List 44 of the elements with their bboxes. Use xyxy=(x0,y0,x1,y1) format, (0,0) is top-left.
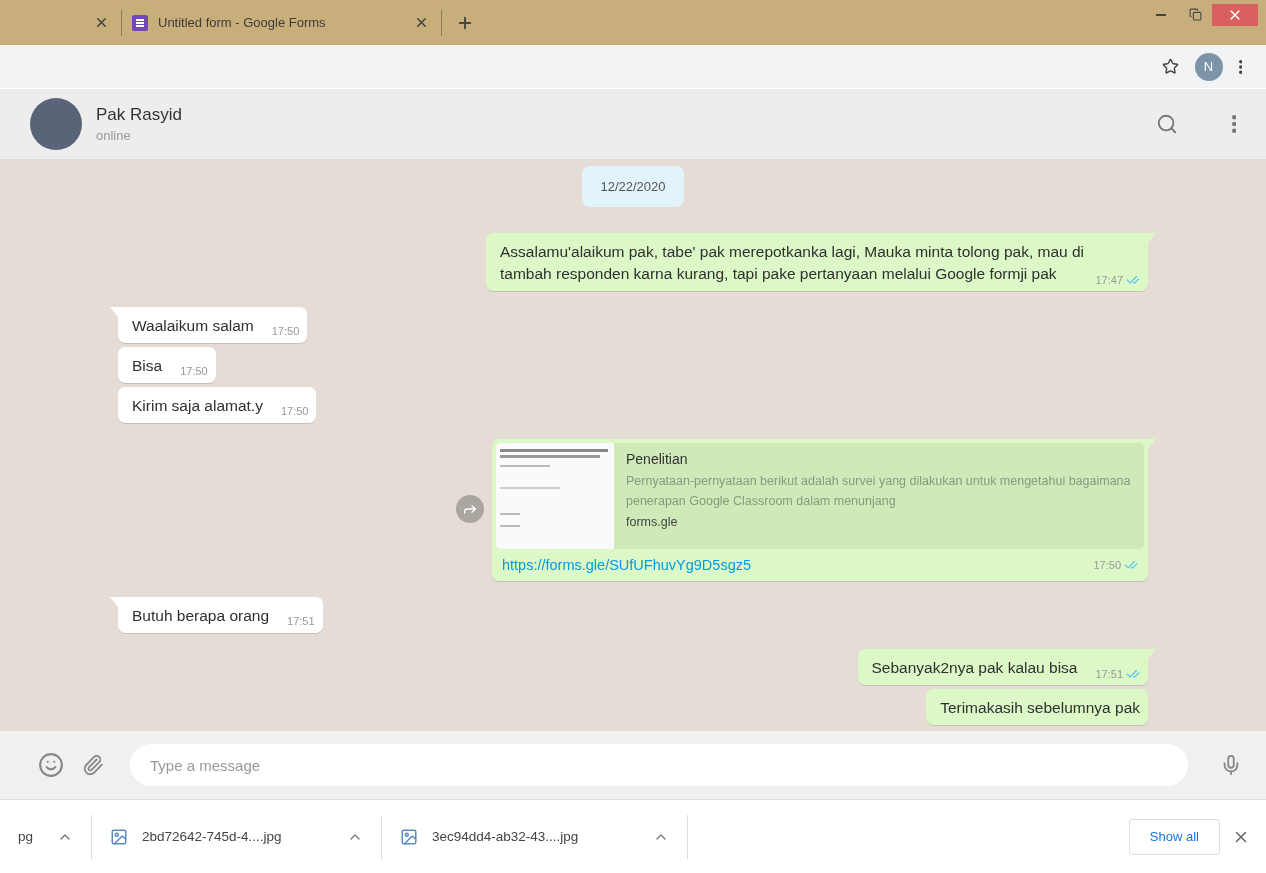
message-time: 17:50 xyxy=(280,405,309,417)
download-item[interactable]: 3ec94dd4-ab32-43....jpg xyxy=(382,814,688,859)
message-text: Waalaikum salam xyxy=(132,317,254,334)
menu-icon xyxy=(1238,59,1242,74)
menu-button[interactable] xyxy=(1236,57,1244,76)
message-time: 17:50 xyxy=(1093,559,1121,571)
message-input[interactable]: Type a message xyxy=(130,744,1188,786)
contact-photo-placeholder[interactable] xyxy=(30,98,82,150)
forms-icon xyxy=(132,14,148,31)
link-preview[interactable]: Penelitian Pernyataan-pernyataan berikut adalah survei yang dilakukan untuk mengetahui bagaimana penerapan Google Classroom dalam menunjang forms.gle xyxy=(496,443,1144,549)
message-text: Terimakasih sebelumnya pak xyxy=(940,699,1140,716)
close-icon xyxy=(414,15,429,30)
message-text: Sebanyak2nya pak kalau bisa xyxy=(871,659,1078,676)
paperclip-icon xyxy=(82,754,104,776)
message-text: Butuh berapa orang xyxy=(132,607,270,624)
close-icon xyxy=(94,15,109,30)
date-badge: 12/22/2020 xyxy=(582,166,684,207)
message-time: 17:51 xyxy=(1095,668,1123,680)
preview-domain: forms.gle xyxy=(626,515,679,529)
menu-icon xyxy=(1231,115,1236,133)
message-time: 17:50 xyxy=(271,325,300,337)
search-icon xyxy=(1155,113,1178,135)
show-all-button[interactable]: Show all xyxy=(1128,818,1220,855)
contact-name: Pak Rasyid xyxy=(96,105,183,125)
preview-title: Penelitian xyxy=(626,451,689,467)
tab-title[interactable]: Untitled form - Google Forms xyxy=(158,15,402,30)
menu-button[interactable] xyxy=(1229,113,1238,135)
minimize-icon xyxy=(1156,13,1166,16)
emoji-button[interactable] xyxy=(36,750,66,780)
preview-description: Pernyataan-pernyataan berikut adalah survei yang dilakukan untuk mengetahui bagaimana penerapan Google Classroom dalam menunjang xyxy=(626,473,1132,510)
image-file-icon xyxy=(110,827,128,846)
message-text: Kirim saja alamat.y xyxy=(132,397,263,414)
restore-icon xyxy=(1188,8,1202,21)
message-time: 17:51 xyxy=(287,615,315,627)
download-item[interactable]: 2bd72642-745d-4....jpg xyxy=(92,814,382,859)
image-file-icon xyxy=(400,827,418,846)
message-time: 17:47 xyxy=(1095,274,1123,286)
contact-status: online xyxy=(96,128,132,143)
message-time: 17:50 xyxy=(180,365,208,377)
download-item[interactable]: pg xyxy=(0,814,92,859)
message-text: Assalamu'alaikum pak, tabe' pak merepotkanka lagi, Mauka minta tolong pak, mau di tambah responden karna kurang, tapi pake pertanyaan melalui Google formji pak xyxy=(500,243,1085,282)
emoji-icon xyxy=(38,752,64,778)
message-text: Bisa xyxy=(132,357,163,374)
star-icon xyxy=(1161,58,1179,75)
